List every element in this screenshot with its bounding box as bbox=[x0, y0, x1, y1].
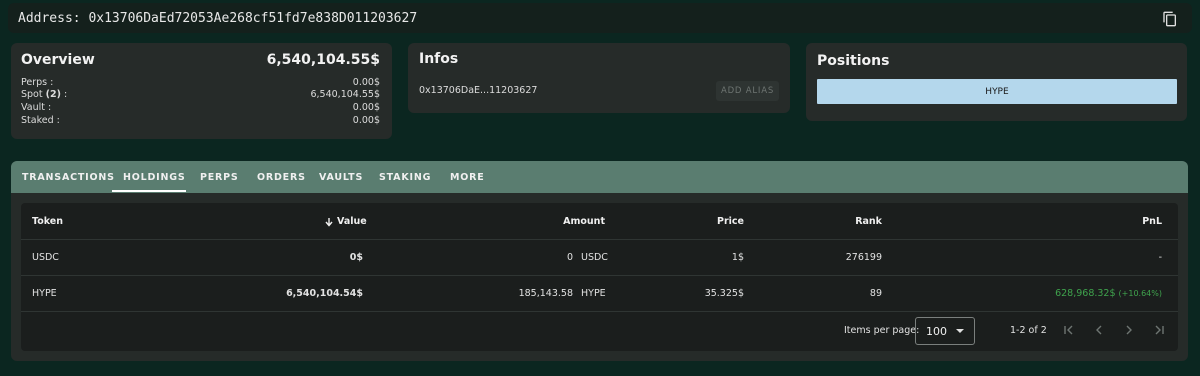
header-token[interactable]: Token bbox=[32, 216, 63, 227]
spot-colon: : bbox=[60, 89, 68, 100]
pnl-value: 628,968.32$ bbox=[1055, 288, 1116, 299]
tab-transactions[interactable]: TRANSACTIONS bbox=[22, 161, 115, 193]
row-divider bbox=[21, 275, 1178, 276]
infos-title: Infos bbox=[419, 51, 459, 67]
cell-value: 0$ bbox=[349, 252, 363, 263]
positions-card: Positions HYPE bbox=[806, 43, 1187, 121]
header-price[interactable]: Price bbox=[717, 216, 744, 227]
overview-row-label: Spot (2) : bbox=[21, 89, 67, 102]
overview-title: Overview bbox=[21, 52, 95, 68]
overview-row-vault: Vault : 0.00$ bbox=[21, 102, 380, 115]
address-text: Address: 0x13706DaEd72053Ae268cf51fd7e83… bbox=[18, 10, 418, 26]
position-bar-hype[interactable]: HYPE bbox=[817, 79, 1177, 104]
cell-token: USDC bbox=[32, 252, 59, 263]
header-value-label: Value bbox=[337, 216, 367, 227]
arrow-down-icon bbox=[325, 217, 333, 227]
overview-row-staked: Staked : 0.00$ bbox=[21, 115, 380, 128]
tab-perps[interactable]: PERPS bbox=[200, 161, 239, 193]
next-page-icon[interactable] bbox=[1122, 323, 1136, 337]
infos-card: Infos 0x13706DaE...11203627 ADD ALIAS bbox=[408, 43, 790, 113]
overview-total: 6,540,104.55$ bbox=[266, 52, 380, 68]
chevron-down-icon bbox=[956, 329, 964, 333]
header-pnl[interactable]: PnL bbox=[1142, 216, 1162, 227]
overview-row-value: 6,540,104.55$ bbox=[310, 89, 380, 100]
page-range-label: 1-2 of 2 bbox=[1010, 325, 1047, 336]
overview-row-spot: Spot (2) : 6,540,104.55$ bbox=[21, 89, 380, 102]
spot-label: Spot bbox=[21, 89, 46, 100]
header-amount[interactable]: Amount bbox=[563, 216, 605, 227]
cell-amount: 185,143.58 bbox=[518, 288, 573, 299]
tab-orders[interactable]: ORDERS bbox=[257, 161, 306, 193]
address-bar: Address: 0x13706DaEd72053Ae268cf51fd7e83… bbox=[8, 3, 1192, 33]
holdings-table: Token Value Amount Price Rank PnL USDC 0… bbox=[21, 203, 1178, 351]
spot-count: (2) bbox=[45, 89, 61, 100]
first-page-icon[interactable] bbox=[1062, 323, 1076, 337]
cell-amount-unit: USDC bbox=[581, 252, 608, 263]
cell-pnl: - bbox=[1158, 252, 1162, 263]
cell-token: HYPE bbox=[32, 288, 57, 299]
holdings-panel: TRANSACTIONS HOLDINGS PERPS ORDERS VAULT… bbox=[11, 161, 1188, 361]
cell-pnl: 628,968.32$ (+10.64%) bbox=[1055, 288, 1162, 299]
tab-more[interactable]: MORE bbox=[450, 161, 485, 193]
pnl-percent: (+10.64%) bbox=[1118, 289, 1162, 298]
header-value[interactable]: Value bbox=[324, 216, 367, 227]
overview-row-label: Staked : bbox=[21, 115, 60, 126]
header-divider bbox=[21, 239, 1178, 240]
cell-value: 6,540,104.54$ bbox=[286, 288, 363, 299]
page-size-value: 100 bbox=[926, 324, 947, 338]
header-rank[interactable]: Rank bbox=[855, 216, 882, 227]
positions-title: Positions bbox=[817, 53, 890, 69]
tab-staking[interactable]: STAKING bbox=[379, 161, 431, 193]
add-alias-button[interactable]: ADD ALIAS bbox=[716, 81, 779, 101]
tab-holdings[interactable]: HOLDINGS bbox=[123, 161, 186, 193]
cell-price: 35.325$ bbox=[704, 288, 744, 299]
cell-rank: 276199 bbox=[845, 252, 882, 263]
cell-amount-unit: HYPE bbox=[581, 288, 606, 299]
short-address: 0x13706DaE...11203627 bbox=[419, 85, 538, 96]
overview-card: Overview 6,540,104.55$ Perps : 0.00$ Spo… bbox=[11, 43, 392, 139]
overview-row-label: Vault : bbox=[21, 102, 52, 113]
cell-rank: 89 bbox=[869, 288, 882, 299]
previous-page-icon[interactable] bbox=[1092, 323, 1106, 337]
overview-row-value: 0.00$ bbox=[352, 102, 380, 113]
cell-price: 1$ bbox=[731, 252, 744, 263]
active-tab-indicator bbox=[112, 190, 186, 192]
copy-icon[interactable] bbox=[1162, 10, 1178, 28]
items-per-page-label: Items per page: bbox=[844, 325, 920, 336]
tab-bar: TRANSACTIONS HOLDINGS PERPS ORDERS VAULT… bbox=[11, 161, 1188, 193]
last-page-icon[interactable] bbox=[1152, 323, 1166, 337]
tab-vaults[interactable]: VAULTS bbox=[319, 161, 363, 193]
overview-row-value: 0.00$ bbox=[352, 115, 380, 126]
row-divider bbox=[21, 311, 1178, 312]
cell-amount: 0 bbox=[566, 252, 573, 263]
page-size-select[interactable]: 100 bbox=[915, 317, 975, 345]
